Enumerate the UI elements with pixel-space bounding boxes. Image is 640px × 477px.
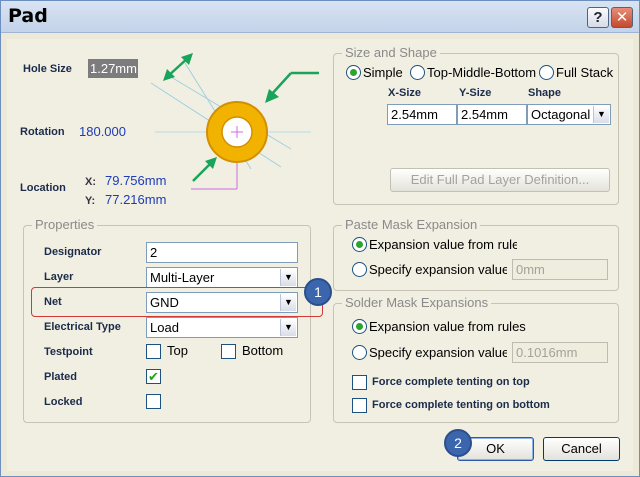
chevron-down-icon: ▼ xyxy=(280,319,296,336)
shape-option-full[interactable] xyxy=(539,65,554,80)
callout-badge-2: 2 xyxy=(444,429,472,457)
dialog-body: Hole Size 1.27mm Rotation 180.000 Locati… xyxy=(7,39,633,471)
shape-option-tmb-label: Top-Middle-Bottom xyxy=(427,65,536,80)
electrical-type-label: Electrical Type xyxy=(44,321,121,333)
testpoint-top-label: Top xyxy=(167,343,188,358)
locked-checkbox[interactable] xyxy=(146,394,161,409)
designator-input[interactable]: 2 xyxy=(146,242,298,263)
shape-option-simple-label: Simple xyxy=(363,65,403,80)
testpoint-label: Testpoint xyxy=(44,346,93,358)
tent-bottom-label: Force complete tenting on bottom xyxy=(372,399,550,411)
pad-preview xyxy=(150,53,319,190)
help-button[interactable]: ? xyxy=(587,7,609,28)
location-label: Location xyxy=(20,182,66,194)
y-size-input[interactable]: 2.54mm xyxy=(457,104,527,125)
shape-select-value: Octagonal xyxy=(531,107,591,122)
x-label: X: xyxy=(85,176,96,188)
solder-specify-radio[interactable] xyxy=(352,345,367,360)
tent-top-checkbox[interactable] xyxy=(352,375,367,390)
layer-label: Layer xyxy=(44,271,74,283)
plated-label: Plated xyxy=(44,371,78,383)
callout-badge-1: 1 xyxy=(304,278,332,306)
hole-arrow-icon xyxy=(163,53,193,81)
shape-option-simple[interactable] xyxy=(346,65,361,80)
paste-mask-title: Paste Mask Expansion xyxy=(342,217,481,232)
rotation-value[interactable]: 180.000 xyxy=(79,124,126,139)
tent-bottom-checkbox[interactable] xyxy=(352,398,367,413)
x-size-header: X-Size xyxy=(388,87,422,99)
outer-arrow-icon xyxy=(265,71,319,103)
shape-header: Shape xyxy=(528,87,562,99)
properties-title: Properties xyxy=(32,217,98,232)
y-label: Y: xyxy=(85,195,96,207)
solder-value-input[interactable]: 0.1016mm xyxy=(512,342,608,363)
y-size-header: Y-Size xyxy=(459,87,492,99)
net-highlight xyxy=(31,287,323,317)
edit-pad-layer-button[interactable]: Edit Full Pad Layer Definition... xyxy=(390,168,610,192)
dialog-title: Pad xyxy=(8,5,48,27)
paste-mask-group: Paste Mask Expansion Expansion value fro… xyxy=(333,217,619,291)
solder-rules-label: Expansion value from rules xyxy=(369,319,526,334)
testpoint-bottom-label: Bottom xyxy=(242,343,284,358)
properties-group: Properties Designator 2 Layer Multi-Laye… xyxy=(23,217,311,423)
shape-option-tmb[interactable] xyxy=(410,65,425,80)
shape-select[interactable]: Octagonal ▼ xyxy=(527,104,611,125)
electrical-type-value: Load xyxy=(150,320,179,335)
solder-mask-group: Solder Mask Expansions Expansion value f… xyxy=(333,295,619,423)
solder-rules-radio[interactable] xyxy=(352,319,367,334)
x-size-input[interactable]: 2.54mm xyxy=(387,104,457,125)
testpoint-bottom-checkbox[interactable] xyxy=(221,344,236,359)
paste-rules-label: Expansion value from rules xyxy=(369,237,517,252)
paste-value-input[interactable]: 0mm xyxy=(512,259,608,280)
testpoint-top-checkbox[interactable] xyxy=(146,344,161,359)
layer-select-value: Multi-Layer xyxy=(150,270,215,285)
close-icon: ✕ xyxy=(615,9,629,26)
paste-specify-label: Specify expansion value xyxy=(369,262,507,277)
inner-arrow-icon xyxy=(192,157,217,182)
electrical-type-select[interactable]: Load ▼ xyxy=(146,317,298,338)
shape-option-full-label: Full Stack xyxy=(556,65,614,80)
title-bar[interactable]: Pad ? ✕ xyxy=(1,1,639,33)
rotation-label: Rotation xyxy=(20,126,65,138)
locked-label: Locked xyxy=(44,396,83,408)
size-shape-group: Size and Shape Simple Top-Middle-Bottom … xyxy=(333,45,619,205)
solder-specify-label: Specify expansion value xyxy=(369,345,507,360)
paste-rules-radio[interactable] xyxy=(352,237,367,252)
close-button[interactable]: ✕ xyxy=(611,7,633,28)
hole-size-label: Hole Size xyxy=(23,63,72,75)
chevron-down-icon: ▼ xyxy=(593,106,609,123)
checkmark-icon: ✔ xyxy=(148,369,159,384)
designator-label: Designator xyxy=(44,246,102,258)
tent-top-label: Force complete tenting on top xyxy=(372,376,530,388)
solder-mask-title: Solder Mask Expansions xyxy=(342,295,492,310)
size-shape-title: Size and Shape xyxy=(342,45,440,60)
pad-dialog: Pad ? ✕ Hole Size 1.27mm Rotation 180.00… xyxy=(0,0,640,477)
layer-select[interactable]: Multi-Layer ▼ xyxy=(146,267,298,288)
chevron-down-icon: ▼ xyxy=(280,269,296,286)
cancel-button[interactable]: Cancel xyxy=(543,437,620,461)
paste-specify-radio[interactable] xyxy=(352,262,367,277)
plated-checkbox[interactable]: ✔ xyxy=(146,369,161,384)
